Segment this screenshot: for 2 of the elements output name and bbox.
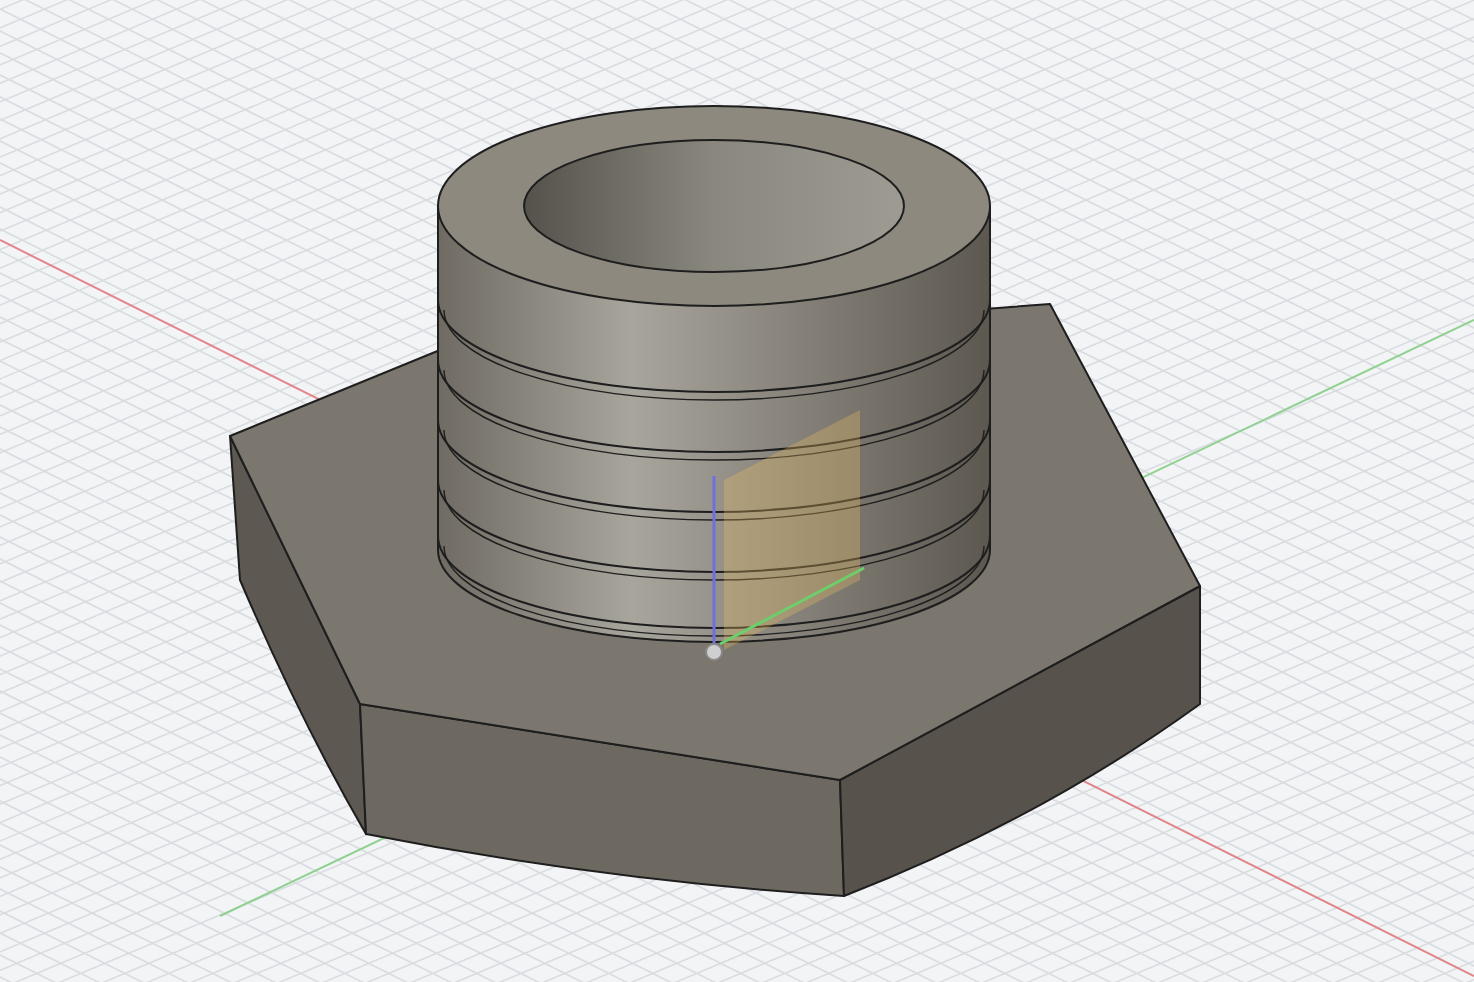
cad-viewport[interactable] (0, 0, 1474, 982)
hex-fitting-drawing[interactable] (229, 105, 1201, 897)
